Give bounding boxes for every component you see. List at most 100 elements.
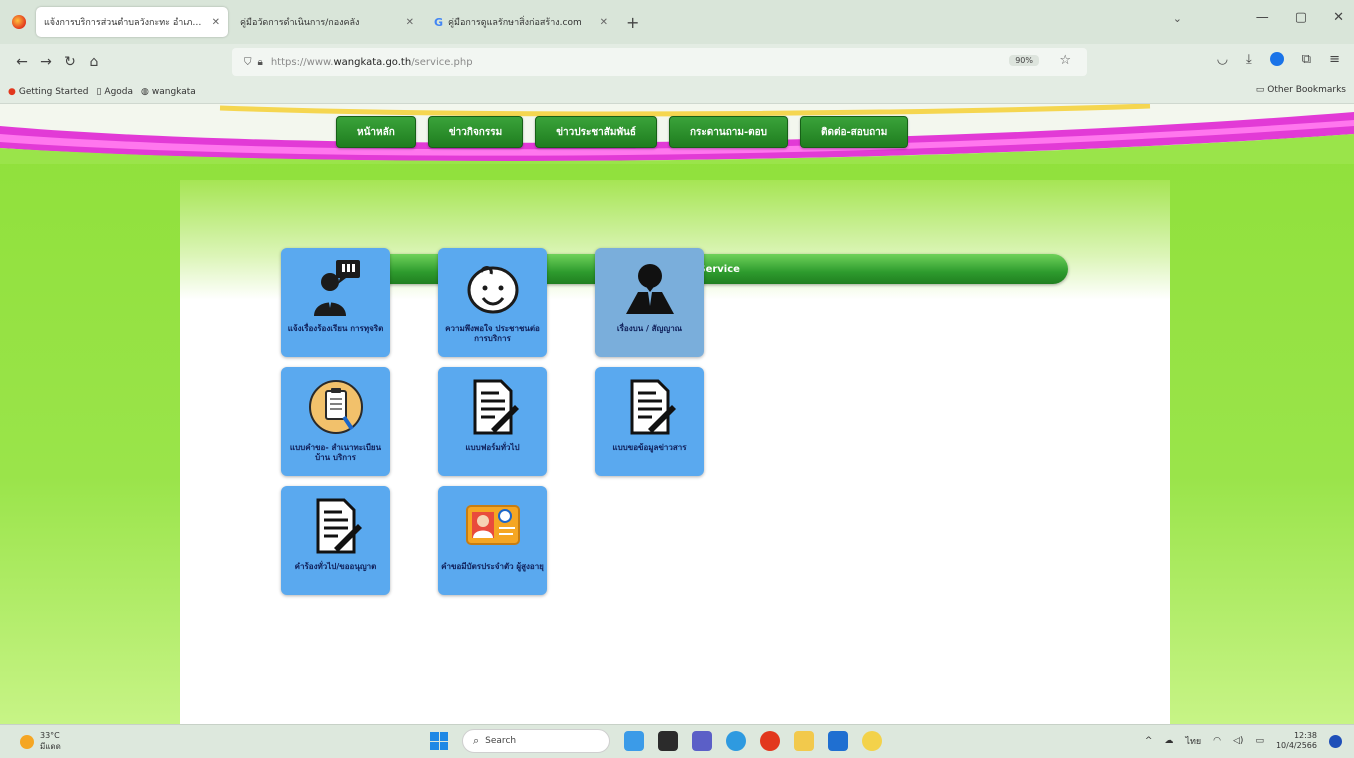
extensions-icon[interactable]: ⧉ <box>1302 52 1311 67</box>
other-bookmarks-label: Other Bookmarks <box>1267 85 1346 95</box>
menu-icon[interactable]: ≡ <box>1329 52 1340 67</box>
url-bar[interactable]: ⛉ 🔒︎ https://www. wangkata.go.th/service.… <box>232 48 1087 76</box>
service-label: คำร้องทั่วไป/ขออนุญาต <box>294 562 377 571</box>
wifi-icon[interactable]: ◠ <box>1213 736 1221 746</box>
tab-title: แจ้งการบริการส่วนตำบลวังกะทะ อำเภอ... <box>44 18 206 28</box>
firefox-menu-icon[interactable] <box>12 15 26 29</box>
web-page: หน้าหลัก ข่าวกิจกรรม ข่าวประชาสัมพันธ์ ก… <box>0 104 1354 724</box>
app-icon-3[interactable] <box>692 731 712 751</box>
document-pen-icon <box>316 498 362 554</box>
lock-icon[interactable]: 🔒︎ <box>258 57 263 68</box>
file-explorer-icon[interactable] <box>794 731 814 751</box>
app-icon-1[interactable] <box>624 731 644 751</box>
search-placeholder: Search <box>485 736 517 746</box>
sun-icon <box>20 735 34 749</box>
folder-icon: ▯ <box>96 86 102 97</box>
shield-icon[interactable]: ⛉ <box>244 57 252 68</box>
battery-icon[interactable]: ▭ <box>1255 736 1264 746</box>
url-prefix: https://www. <box>270 56 334 68</box>
menu-qa-board[interactable]: กระดานถาม-ตอบ <box>669 116 789 148</box>
taskbar: 33°C มีแดด ⌕ Search ^ ☁ ไทย ◠ ◁) ▭ 12:38… <box>0 724 1354 758</box>
minimize-icon[interactable]: — <box>1256 10 1269 25</box>
google-icon: G <box>434 15 444 29</box>
chrome-canary-icon[interactable] <box>862 731 882 751</box>
service-tile-complaint[interactable]: แจ้งเรื่องร้องเรียน การทุจริต <box>281 248 390 357</box>
maximize-icon[interactable]: ▢ <box>1295 10 1307 25</box>
app-icon-2[interactable] <box>658 731 678 751</box>
new-tab-button[interactable]: + <box>626 13 639 32</box>
taskbar-search[interactable]: ⌕ Search <box>462 729 610 753</box>
close-icon[interactable]: ✕ <box>212 17 220 28</box>
chevron-up-icon[interactable]: ^ <box>1145 736 1153 746</box>
tab-active[interactable]: แจ้งการบริการส่วนตำบลวังกะทะ อำเภอ... ✕ <box>36 7 228 37</box>
url-host: wangkata.go.th <box>333 56 412 68</box>
account-icon[interactable] <box>1269 52 1284 66</box>
main-menu: หน้าหลัก ข่าวกิจกรรม ข่าวประชาสัมพันธ์ ก… <box>336 116 909 148</box>
service-tile-satisfaction[interactable]: ความพึงพอใจ ประชาชนต่อการบริการ <box>438 248 547 357</box>
cloud-icon[interactable]: ☁ <box>1164 736 1173 746</box>
service-tile-person[interactable]: เรื่องบน / สัญญาณ <box>595 248 704 357</box>
bookmark-agoda[interactable]: ▯ Agoda <box>96 87 133 97</box>
firefox-icon: ● <box>8 86 16 97</box>
windows-start-icon[interactable] <box>430 732 448 750</box>
bookmark-getting-started[interactable]: ● Getting Started <box>8 87 88 97</box>
globe-icon: ◍ <box>141 86 149 97</box>
volume-icon[interactable]: ◁) <box>1233 736 1243 746</box>
back-arrow-icon[interactable]: ← <box>10 54 34 70</box>
list-tabs-icon[interactable]: ⌄ <box>1173 12 1182 25</box>
forward-arrow-icon[interactable]: → <box>34 54 58 70</box>
toolbar-right: ◡ ⤓ ⧉ ≡ <box>1217 52 1340 67</box>
document-pen-icon <box>630 379 676 435</box>
clock[interactable]: 12:38 10/4/2566 <box>1276 731 1317 751</box>
clock-time: 12:38 <box>1293 731 1317 740</box>
service-tile-general-form[interactable]: แบบฟอร์มทั่วไป <box>438 367 547 476</box>
download-icon[interactable]: ⤓ <box>1246 52 1252 67</box>
edge-icon[interactable] <box>726 731 746 751</box>
window-controls: — ▢ ✕ <box>1256 10 1344 25</box>
bookmark-label: wangkata <box>151 86 196 97</box>
clock-date: 10/4/2566 <box>1275 741 1317 750</box>
service-tile-house-copy[interactable]: แบบคำขอ- สำเนาทะเบียนบ้าน บริการ <box>281 367 390 476</box>
folder-icon: ▭ <box>1255 85 1265 95</box>
taskbar-apps: ⌕ Search <box>430 729 882 753</box>
close-icon[interactable]: ✕ <box>600 17 608 28</box>
document-pen-icon <box>473 379 519 435</box>
tab-bar: แจ้งการบริการส่วนตำบลวังกะทะ อำเภอ... ✕ … <box>0 0 1354 44</box>
weather-widget[interactable]: 33°C มีแดด <box>20 731 61 753</box>
tab-3[interactable]: G คู่มือการดูแลรักษาสิ่งก่อสร้าง.com ✕ <box>426 7 616 37</box>
url-path: /service.php <box>411 56 473 68</box>
menu-activities[interactable]: ข่าวกิจกรรม <box>427 116 524 148</box>
weather-desc: มีแดด <box>40 742 61 751</box>
nav-bar: ← → ↻ ⌂ ⛉ 🔒︎ https://www. wangkata.go.th /… <box>0 44 1354 80</box>
menu-contact[interactable]: ติดต่อ-สอบถาม <box>800 116 909 148</box>
language-indicator[interactable]: ไทย <box>1185 734 1201 748</box>
tab-title: คู่มือการดูแลรักษาสิ่งก่อสร้าง.com <box>448 18 582 28</box>
service-label: ความพึงพอใจ ประชาชนต่อการบริการ <box>445 324 540 343</box>
service-grid: แจ้งเรื่องร้องเรียน การทุจริต ความพึงพอใ… <box>281 248 704 595</box>
close-window-icon[interactable]: ✕ <box>1333 10 1344 25</box>
star-icon[interactable]: ☆ <box>1059 53 1071 68</box>
service-tile-general-petition[interactable]: คำร้องทั่วไป/ขออนุญาต <box>281 486 390 595</box>
zoom-level[interactable]: 90% <box>1009 55 1039 66</box>
service-label: แบบฟอร์มทั่วไป <box>465 443 520 452</box>
home-icon[interactable]: ⌂ <box>82 54 106 70</box>
store-icon[interactable] <box>828 731 848 751</box>
bookmark-wangkata[interactable]: ◍ wangkata <box>141 87 196 97</box>
tab-2[interactable]: คู่มือวัดการดำเนินการ/กองคลัง ✕ <box>232 7 422 37</box>
service-label: แบบคำขอ- สำเนาทะเบียนบ้าน บริการ <box>289 443 382 462</box>
firefox-icon[interactable] <box>760 731 780 751</box>
pocket-icon[interactable]: ◡ <box>1217 52 1228 67</box>
bookmark-label: Agoda <box>104 86 134 97</box>
menu-announcements[interactable]: ข่าวประชาสัมพันธ์ <box>535 116 657 148</box>
tab-title: คู่มือวัดการดำเนินการ/กองคลัง <box>240 18 360 28</box>
service-tile-info-request[interactable]: แบบขอข้อมูลข่าวสาร <box>595 367 704 476</box>
menu-home[interactable]: หน้าหลัก <box>336 116 416 148</box>
smiley-face-icon <box>467 266 518 314</box>
reload-icon[interactable]: ↻ <box>58 54 82 70</box>
notification-icon[interactable] <box>1329 734 1342 748</box>
service-label: แบบขอข้อมูลข่าวสาร <box>612 443 687 452</box>
service-tile-id-card[interactable]: คำขอมีบัตรประจำตัว ผู้สูงอายุ <box>438 486 547 595</box>
close-icon[interactable]: ✕ <box>406 17 414 28</box>
other-bookmarks[interactable]: ▭ Other Bookmarks <box>1256 85 1346 95</box>
id-card-icon <box>465 505 520 545</box>
